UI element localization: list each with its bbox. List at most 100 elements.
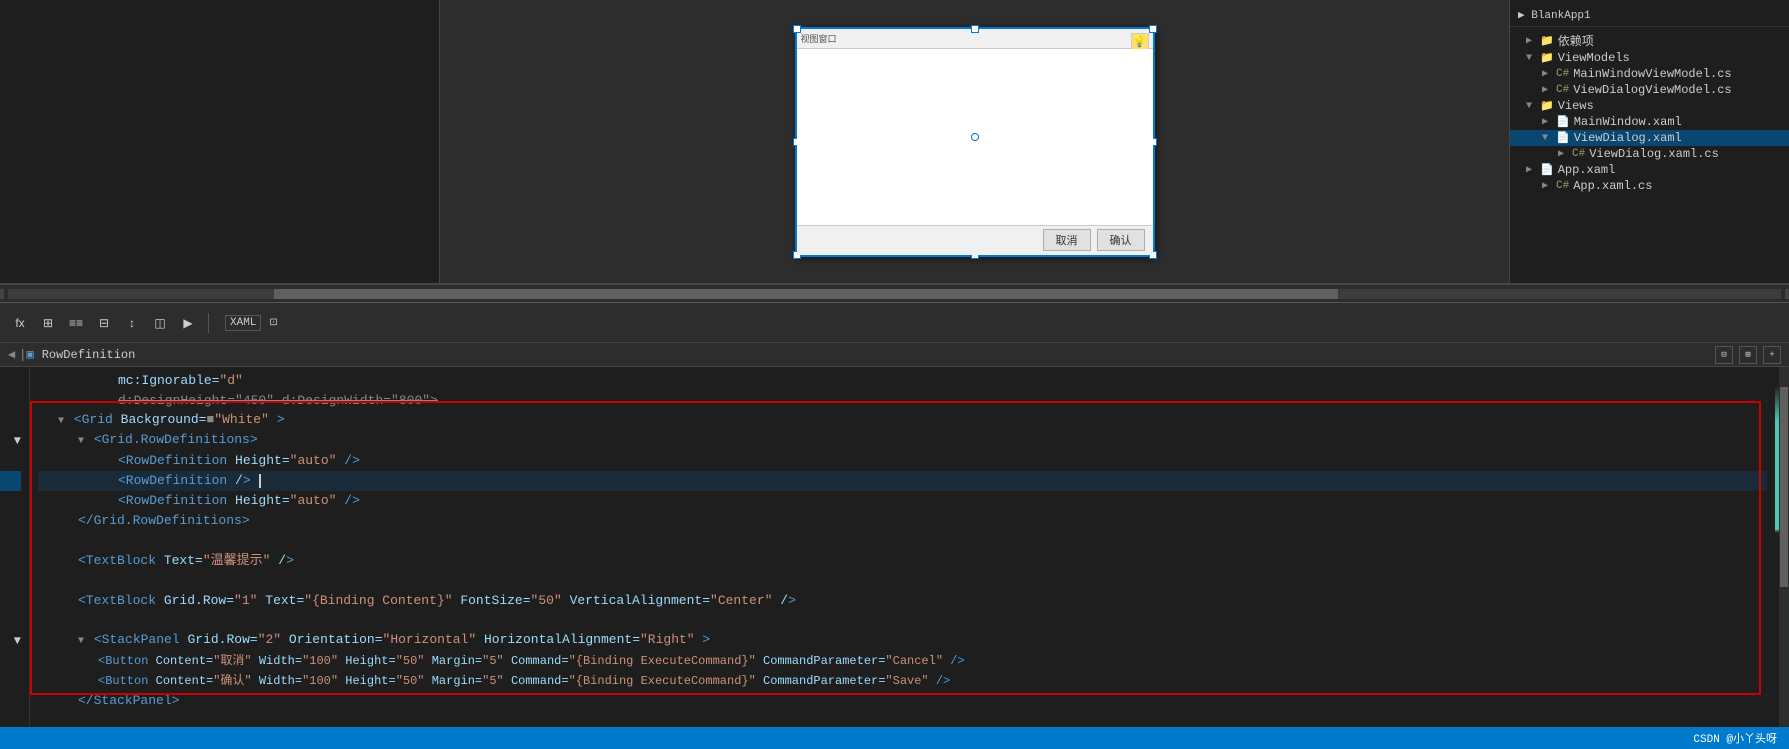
tool-btn-1[interactable]: fx xyxy=(8,311,32,335)
path-separator: ∣ xyxy=(19,347,26,362)
viewdialog-label: ViewDialog.xaml xyxy=(1574,131,1682,145)
preview-body xyxy=(797,49,1153,225)
viewdialog-arrow: ▼ xyxy=(1542,133,1554,144)
line-num xyxy=(0,711,21,727)
code-content[interactable]: mc:Ignorable="d" d:DesignHeight="450" d:… xyxy=(30,367,1775,727)
titlebar-text: 视图窗口 xyxy=(801,32,837,45)
deps-arrow: ▶ xyxy=(1526,35,1538,47)
code-line-18 xyxy=(38,711,1767,727)
appcs-label: App.xaml.cs xyxy=(1573,179,1652,193)
xaml-expand-btn[interactable]: ⊡ xyxy=(265,315,281,331)
code-rowdef2: <RowDefinition /> xyxy=(118,471,261,491)
tree-item-app-xaml[interactable]: ▶ 📄 App.xaml xyxy=(1510,162,1789,178)
handle-tc[interactable] xyxy=(971,25,979,33)
code-editor-area: ▼ ▼ mc:Ignorable="d" d xyxy=(0,367,1789,727)
tree-item-viewmodels[interactable]: ▼ 📁 ViewModels xyxy=(1510,50,1789,66)
preview-window: 💡 视图窗口 取消 确认 xyxy=(795,27,1155,257)
confirm-preview-btn[interactable]: 确认 xyxy=(1097,229,1145,251)
line-numbers: ▼ ▼ xyxy=(0,367,30,727)
tree-item-viewdialog-cs[interactable]: ▶ C# ViewDialog.xaml.cs xyxy=(1510,146,1789,162)
tree-item-views[interactable]: ▼ 📁 Views xyxy=(1510,98,1789,114)
designer-area: 💡 视图窗口 取消 确认 xyxy=(440,0,1509,283)
code-line-17: </StackPanel> xyxy=(38,691,1767,711)
code-header-icons: ⊟ ⊞ + xyxy=(1715,346,1781,364)
tree-item-deps[interactable]: ▶ 📁 依赖项 xyxy=(1510,31,1789,50)
handle-tr[interactable] xyxy=(1149,25,1157,33)
code-stackpanel-end: </StackPanel> xyxy=(78,691,179,711)
appxaml-label: App.xaml xyxy=(1558,163,1616,177)
code-line-14: ▼ <StackPanel Grid.Row="2" Orientation="… xyxy=(38,631,1767,651)
tool-btn-6[interactable]: ◫ xyxy=(148,311,172,335)
path-arrow: ◀ xyxy=(8,347,15,362)
tree-item-viewdialogvm[interactable]: ▶ C# ViewDialogViewModel.cs xyxy=(1510,82,1789,98)
tree-item-mainwindow[interactable]: ▶ 📄 MainWindow.xaml xyxy=(1510,114,1789,130)
path-label: RowDefinition xyxy=(42,348,136,362)
editor-toolbar: fx ⊞ ≡≡ ⊟ ↕ ◫ ▶ XAML ⊡ xyxy=(0,303,1789,343)
code-line-10: <TextBlock Text="温馨提示" /> xyxy=(38,551,1767,571)
deps-label: 依赖项 xyxy=(1558,32,1594,49)
mainwindowvm-label: MainWindowViewModel.cs xyxy=(1573,67,1731,81)
code-line-8: </Grid.RowDefinitions> xyxy=(38,511,1767,531)
h-scrollbar-area xyxy=(0,285,1789,303)
scrollbar-left-btn[interactable] xyxy=(0,289,4,299)
views-label: Views xyxy=(1558,99,1594,113)
appxaml-arrow: ▶ xyxy=(1526,164,1538,176)
tree-item-mainwindowvm[interactable]: ▶ C# MainWindowViewModel.cs xyxy=(1510,66,1789,82)
collapse-arrow-1[interactable]: ▼ xyxy=(58,416,64,427)
code-rowdef3: <RowDefinition Height="auto" /> xyxy=(118,491,360,511)
path-item[interactable]: ▣ RowDefinition xyxy=(26,347,135,362)
line-num xyxy=(0,591,21,611)
viewdialogvm-label: ViewDialogViewModel.cs xyxy=(1573,83,1731,97)
tool-btn-3[interactable]: ≡≡ xyxy=(64,311,88,335)
code-btn-confirm: <Button Content="确认" Width="100" Height=… xyxy=(98,671,950,691)
line-num xyxy=(0,671,21,691)
tree-item-viewdialog-xaml[interactable]: ▼ 📄 ViewDialog.xaml xyxy=(1510,130,1789,146)
code-line-9 xyxy=(38,531,1767,551)
tree-item-app-cs[interactable]: ▶ C# App.xaml.cs xyxy=(1510,178,1789,194)
cancel-preview-btn[interactable]: 取消 xyxy=(1043,229,1091,251)
path-icon: ▣ xyxy=(26,347,33,362)
handle-tl[interactable] xyxy=(793,25,801,33)
xaml-tab[interactable]: XAML ⊡ xyxy=(225,315,281,331)
code-rowdefs: ▼ <Grid.RowDefinitions> xyxy=(78,430,258,452)
code-rowdef1: <RowDefinition Height="auto" /> xyxy=(118,451,360,471)
collapse-arrow-3[interactable]: ▼ xyxy=(78,636,84,647)
v-scrollbar-thumb[interactable] xyxy=(1780,387,1788,587)
viewmodels-icon: 📁 xyxy=(1540,51,1554,65)
line-num xyxy=(0,551,21,571)
tool-btn-4[interactable]: ⊟ xyxy=(92,311,116,335)
line-num xyxy=(0,691,21,711)
viewdialogcs-arrow: ▶ xyxy=(1558,148,1570,160)
top-section: 💡 视图窗口 取消 确认 ▶ BlankApp1 ▶ 📁 依赖项 ▼ 📁 Vie… xyxy=(0,0,1789,285)
h-scrollbar[interactable] xyxy=(8,289,1781,299)
tool-btn-7[interactable]: ▶ xyxy=(176,311,200,335)
split-v-icon[interactable]: ⊞ xyxy=(1739,346,1757,364)
viewdialogvm-arrow: ▶ xyxy=(1542,84,1554,96)
split-h-icon[interactable]: ⊟ xyxy=(1715,346,1733,364)
code-line-2: d:DesignHeight="450" d:DesignWidth="800"… xyxy=(38,391,1767,411)
line-num xyxy=(0,451,21,471)
line-num xyxy=(0,651,21,671)
left-gutter xyxy=(0,0,440,283)
xaml-label[interactable]: XAML xyxy=(225,315,261,331)
h-scrollbar-thumb[interactable] xyxy=(274,289,1338,299)
mainwindow-arrow: ▶ xyxy=(1542,116,1554,128)
appcs-arrow: ▶ xyxy=(1542,180,1554,192)
line-num-active xyxy=(0,471,21,491)
collapse-arrow-2[interactable]: ▼ xyxy=(78,436,84,447)
scrollbar-right-btn[interactable] xyxy=(1785,289,1789,299)
line-num-collapse2[interactable]: ▼ xyxy=(0,631,21,651)
code-strikethrough: d:DesignHeight="450" d:DesignWidth="800"… xyxy=(118,391,438,411)
tool-btn-2[interactable]: ⊞ xyxy=(36,311,60,335)
code-textblock2: <TextBlock Grid.Row="1" Text="{Binding C… xyxy=(78,591,796,611)
line-num xyxy=(0,611,21,631)
tool-btn-5[interactable]: ↕ xyxy=(120,311,144,335)
code-line-11 xyxy=(38,571,1767,591)
v-scrollbar[interactable] xyxy=(1779,367,1789,727)
code-rowdefs-end: </Grid.RowDefinitions> xyxy=(78,511,250,531)
code-attr: mc:Ignorable="d" xyxy=(118,371,243,391)
line-num-collapse[interactable]: ▼ xyxy=(0,431,21,451)
expand-icon[interactable]: + xyxy=(1763,346,1781,364)
center-dot xyxy=(971,133,979,141)
preview-footer: 取消 确认 xyxy=(797,225,1153,255)
